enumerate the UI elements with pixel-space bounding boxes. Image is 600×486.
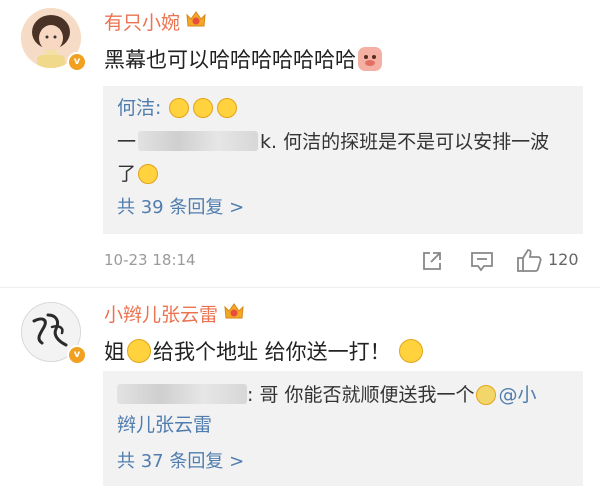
share-icon[interactable] [420,249,444,273]
grin-emoji-icon [169,97,190,118]
reply-author-link[interactable]: 何洁: [117,97,161,119]
blurred-username [138,130,259,151]
reply-text-cont: 了 [117,163,137,185]
share-button[interactable] [420,245,444,275]
comment-text-part2: 给我个地址 给你送一打！ [153,340,391,364]
more-replies-link[interactable]: 共 37 条回复 > [117,448,244,476]
pig-emoji-icon [358,47,382,71]
reply-text-line: : 哥 你能否就顺便送我一个 @小 [117,381,537,409]
grin-emoji-icon [193,97,214,118]
reply-preview-box[interactable]: 何洁: 一 k. 何洁的探班是不是可以安排一波 了 共 39 条回复 > [103,86,583,234]
crown-badge-icon [223,302,245,326]
grin-emoji-icon [398,339,423,363]
blurred-username [117,383,247,404]
reply-preview-box[interactable]: : 哥 你能否就顺便送我一个 @小 辫儿张云雷 共 37 条回复 > [103,371,583,486]
mention-link-cont[interactable]: 辫儿张云雷 [117,411,212,439]
comment-text-content: 黑幕也可以哈哈哈哈哈哈哈 [104,48,356,72]
like-count: 120 [548,250,579,269]
reply-text-line-2: 了 [117,160,160,188]
verified-badge-icon: v [67,345,87,365]
pear-emoji-icon [476,384,497,405]
reply-prefix: 一 [117,131,137,153]
comment-icon[interactable] [469,249,495,273]
reply-author-line: 何洁: [117,94,239,122]
comment-divider [0,287,600,288]
comment-text: 姐 给我个地址 给你送一打！ [104,338,425,366]
mention-link[interactable]: @小 [498,384,536,406]
verified-badge-icon: v [67,52,87,72]
username-text[interactable]: 有只小婉 [104,12,180,34]
username-text[interactable]: 小辫儿张云雷 [104,304,218,326]
comment-timestamp: 10-23 18:14 [104,251,196,269]
grin-emoji-icon [217,97,238,118]
crown-badge-icon [185,10,207,34]
heart-eyes-emoji-icon [127,339,151,363]
comment-text: 黑幕也可以哈哈哈哈哈哈哈 [104,46,384,74]
comment-text-part1: 姐 [104,340,125,364]
like-button[interactable] [515,245,543,275]
thumbs-up-icon[interactable] [515,247,543,273]
comment-username[interactable]: 小辫儿张云雷 [104,302,245,328]
wink-emoji-icon [138,163,159,184]
reply-text-line: 一 k. 何洁的探班是不是可以安排一波 [117,128,549,156]
comment-button[interactable] [469,245,495,275]
reply-text: k. 何洁的探班是不是可以安排一波 [260,131,550,153]
more-replies-link[interactable]: 共 39 条回复 > [117,194,244,222]
reply-text: : 哥 你能否就顺便送我一个 [247,384,475,406]
comment-username[interactable]: 有只小婉 [104,10,207,36]
